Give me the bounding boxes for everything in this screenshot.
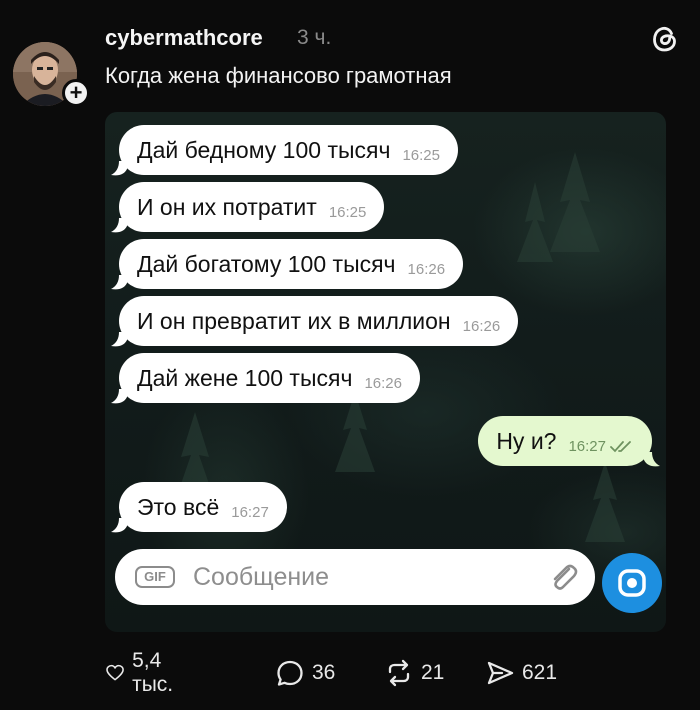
camera-button[interactable]: [602, 553, 662, 613]
paperclip-icon[interactable]: [547, 561, 581, 595]
chat-screenshot: Дай бедному 100 тысяч 16:25 И он их потрат…: [105, 112, 666, 632]
message-text: Дай богатому 100 тысяч: [137, 250, 396, 277]
bubble-tail: [644, 452, 660, 467]
post-timestamp: 3 ч.: [297, 26, 332, 49]
username[interactable]: cybermathcore: [105, 25, 263, 51]
like-count: 5,4 тыс.: [132, 649, 174, 696]
camera-icon: [618, 569, 646, 597]
comment-button[interactable]: 36: [275, 655, 335, 691]
message-time: 16:25: [402, 146, 440, 164]
bubble-tail: [111, 332, 127, 347]
repost-count: 21: [421, 661, 445, 684]
message-text: Дай бедному 100 тысяч: [137, 136, 391, 163]
double-check-icon: [610, 441, 631, 453]
incoming-message[interactable]: Дай бедному 100 тысяч 16:25: [119, 125, 458, 175]
message-time: 16:26: [407, 260, 446, 278]
incoming-message[interactable]: И он их потратит 16:25: [119, 182, 385, 232]
send-icon: [487, 661, 514, 685]
message-time: 16:27: [231, 503, 269, 521]
message-time: 16:27: [568, 437, 606, 455]
message-text: И он их потратит: [137, 193, 317, 220]
bubble-tail: [111, 275, 127, 290]
message-time: 16:26: [462, 317, 501, 335]
message-input[interactable]: [193, 559, 523, 595]
message-composer: GIF: [115, 549, 595, 605]
follow-button[interactable]: +: [62, 79, 90, 107]
gif-button[interactable]: GIF: [135, 566, 175, 588]
message-time: 16:25: [328, 203, 367, 221]
repost-button[interactable]: 21: [384, 655, 444, 691]
incoming-message[interactable]: Дай жене 100 тысяч 16:26: [119, 353, 420, 403]
incoming-message[interactable]: Это всё 16:27: [119, 482, 287, 532]
message-text: И он превратит их в миллион: [137, 307, 451, 334]
heart-icon: [106, 664, 124, 681]
like-button[interactable]: 5,4 тыс.: [105, 649, 183, 696]
post-caption: Когда жена финансово грамотная: [105, 63, 452, 88]
comment-icon: [277, 660, 303, 686]
repost-icon: [388, 659, 410, 687]
bubble-tail: [111, 389, 127, 404]
outgoing-message[interactable]: Ну и? 16:27: [478, 416, 652, 466]
threads-logo-icon[interactable]: [651, 24, 679, 54]
incoming-message[interactable]: И он превратит их в миллион 16:26: [119, 296, 519, 346]
bubble-tail: [111, 518, 127, 533]
comment-count: 36: [312, 661, 336, 684]
message-text: Ну и?: [496, 427, 557, 454]
message-text: Это всё: [137, 493, 220, 520]
bubble-tail: [111, 161, 127, 176]
message-time: 16:26: [364, 374, 402, 392]
share-count: 621: [522, 661, 558, 684]
incoming-message[interactable]: Дай богатому 100 тысяч 16:26: [119, 239, 464, 289]
share-button[interactable]: 621: [485, 655, 557, 691]
message-text: Дай жене 100 тысяч: [137, 364, 353, 391]
bubble-tail: [111, 218, 127, 233]
